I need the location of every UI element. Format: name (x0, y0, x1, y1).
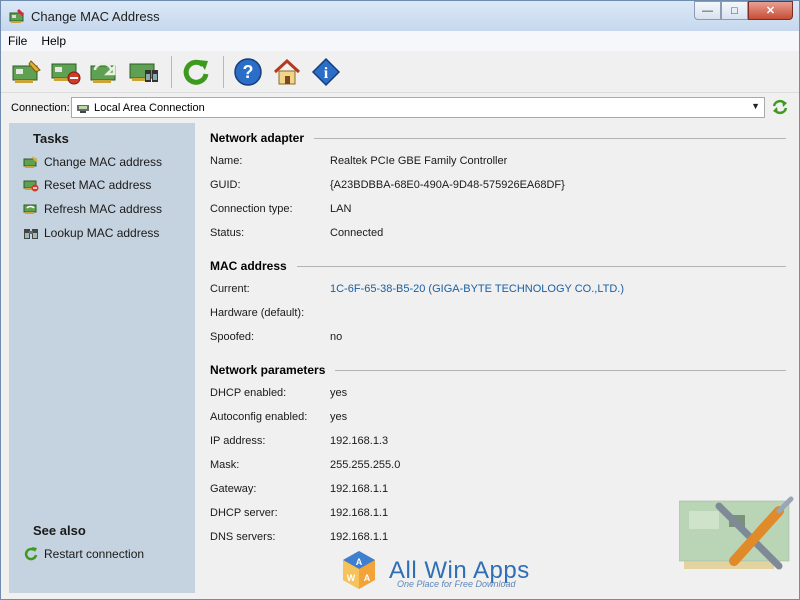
maximize-button[interactable]: □ (721, 1, 748, 20)
status-value: Connected (330, 227, 384, 239)
menu-help[interactable]: Help (34, 34, 73, 48)
connection-type-value: LAN (330, 203, 352, 215)
section-divider (335, 370, 786, 371)
change-mac-toolbar-button[interactable] (9, 54, 45, 90)
help-toolbar-button[interactable]: ? (230, 54, 266, 90)
window-title: Change MAC Address (31, 8, 160, 24)
task-label: Reset MAC address (44, 178, 152, 192)
mac-address-section-title: MAC address (210, 259, 786, 273)
network-card-remove-icon (51, 63, 81, 84)
network-card-refresh-icon (90, 62, 116, 83)
gateway-label: Gateway: (210, 483, 257, 495)
home-toolbar-button[interactable] (269, 54, 305, 90)
section-divider (296, 266, 786, 267)
task-change-mac[interactable]: Change MAC address (23, 153, 162, 171)
section-title-text: Network parameters (210, 363, 326, 377)
svg-text:?: ? (243, 62, 254, 82)
connection-value: Local Area Connection (94, 101, 205, 114)
network-card-tools-illustration (679, 496, 794, 570)
task-lookup-mac[interactable]: Lookup MAC address (23, 224, 159, 242)
app-network-card-icon (9, 8, 25, 24)
network-card-refresh-icon (23, 204, 37, 214)
mask-label: Mask: (210, 459, 240, 471)
refresh-mac-toolbar-button[interactable] (87, 54, 123, 90)
dns-servers-value: 192.168.1.1 (330, 531, 389, 543)
title-bar[interactable]: Change MAC Address — □ ✕ (1, 1, 799, 31)
dhcp-server-label: DHCP server: (210, 507, 278, 519)
dns-servers-label: DNS servers: (210, 531, 276, 543)
app-window: Change MAC Address — □ ✕ File Help ? i C… (0, 0, 800, 600)
info-icon: i (311, 57, 341, 86)
spoofed-label: Spoofed: (210, 331, 255, 343)
status-label: Status: (210, 227, 245, 239)
gateway-value: 192.168.1.1 (330, 483, 389, 495)
watermark: A W A All Win Apps One Place for Free Do… (339, 549, 530, 593)
adapter-guid-label: GUID: (210, 179, 241, 191)
connection-label: Connection: (11, 102, 70, 114)
section-title-text: Network adapter (210, 131, 305, 145)
network-parameters-section-title: Network parameters (210, 363, 786, 377)
close-button[interactable]: ✕ (748, 1, 793, 20)
svg-text:A: A (356, 557, 363, 567)
connection-type-label: Connection type: (210, 203, 293, 215)
ip-address-value: 192.168.1.3 (330, 435, 389, 447)
restart-arrow-icon (183, 59, 209, 85)
toolbar-separator (171, 55, 172, 88)
connection-bar: Connection: Local Area Connection ▼ (1, 95, 799, 121)
restart-arrow-icon (24, 547, 38, 561)
reset-mac-toolbar-button[interactable] (48, 54, 84, 90)
current-mac-value[interactable]: 1C-6F-65-38-B5-20 (GIGA-BYTE TECHNOLOGY … (330, 283, 624, 295)
svg-text:A: A (364, 573, 371, 583)
dhcp-enabled-label: DHCP enabled: (210, 387, 287, 399)
refresh-connections-icon[interactable] (771, 98, 789, 116)
svg-text:W: W (347, 573, 356, 583)
dhcp-enabled-value: yes (330, 387, 348, 399)
dhcp-server-value: 192.168.1.1 (330, 507, 389, 519)
network-card-pencil-icon (23, 156, 38, 168)
adapter-name-label: Name: (210, 155, 243, 167)
about-toolbar-button[interactable]: i (308, 54, 344, 90)
allwinapps-logo-icon: A W A (343, 551, 375, 589)
restart-connection-toolbar-button[interactable] (178, 54, 214, 90)
see-also-heading: See also (33, 523, 86, 538)
lan-connection-icon (77, 104, 89, 113)
network-card-remove-icon (23, 180, 39, 192)
menu-file[interactable]: File (1, 34, 34, 48)
see-also-restart-connection[interactable]: Restart connection (23, 545, 144, 563)
current-mac-label: Current: (210, 283, 250, 295)
ip-address-label: IP address: (210, 435, 266, 447)
task-label: Change MAC address (44, 155, 163, 169)
mask-value: 255.255.255.0 (330, 459, 401, 471)
dropdown-arrow-icon[interactable]: ▼ (751, 101, 760, 111)
toolbar: ? i (1, 51, 799, 93)
toolbar-separator (223, 55, 224, 88)
spoofed-value: no (330, 331, 343, 343)
task-sidebar: Tasks Change MAC address Reset MAC addre… (9, 123, 195, 593)
adapter-guid-value: {A23BDBBA-68E0-490A-9D48-575926EA68DF} (330, 179, 565, 191)
task-reset-mac[interactable]: Reset MAC address (23, 176, 151, 194)
adapter-name-value: Realtek PCIe GBE Family Controller (330, 155, 508, 167)
autoconfig-enabled-label: Autoconfig enabled: (210, 411, 308, 423)
task-refresh-mac[interactable]: Refresh MAC address (23, 200, 162, 218)
tasks-heading: Tasks (33, 131, 69, 146)
binoculars-icon (24, 229, 38, 239)
section-divider (314, 138, 786, 139)
minimize-button[interactable]: — (694, 1, 721, 20)
lookup-mac-toolbar-button[interactable] (126, 54, 162, 90)
task-label: Lookup MAC address (44, 226, 160, 240)
home-icon (273, 58, 301, 84)
section-title-text: MAC address (210, 259, 287, 273)
task-label: Refresh MAC address (44, 202, 163, 216)
network-adapter-section-title: Network adapter (210, 131, 786, 145)
hardware-mac-label: Hardware (default): (210, 307, 305, 319)
svg-text:i: i (324, 65, 329, 82)
network-card-pencil-icon (12, 59, 41, 83)
autoconfig-enabled-value: yes (330, 411, 348, 423)
see-also-label: Restart connection (44, 547, 145, 561)
network-card-lookup-icon (129, 63, 158, 82)
menu-bar: File Help (1, 31, 799, 51)
watermark-subtext: One Place for Free Download (397, 579, 516, 589)
help-icon: ? (234, 57, 262, 86)
connection-dropdown[interactable]: Local Area Connection ▼ (71, 97, 765, 118)
